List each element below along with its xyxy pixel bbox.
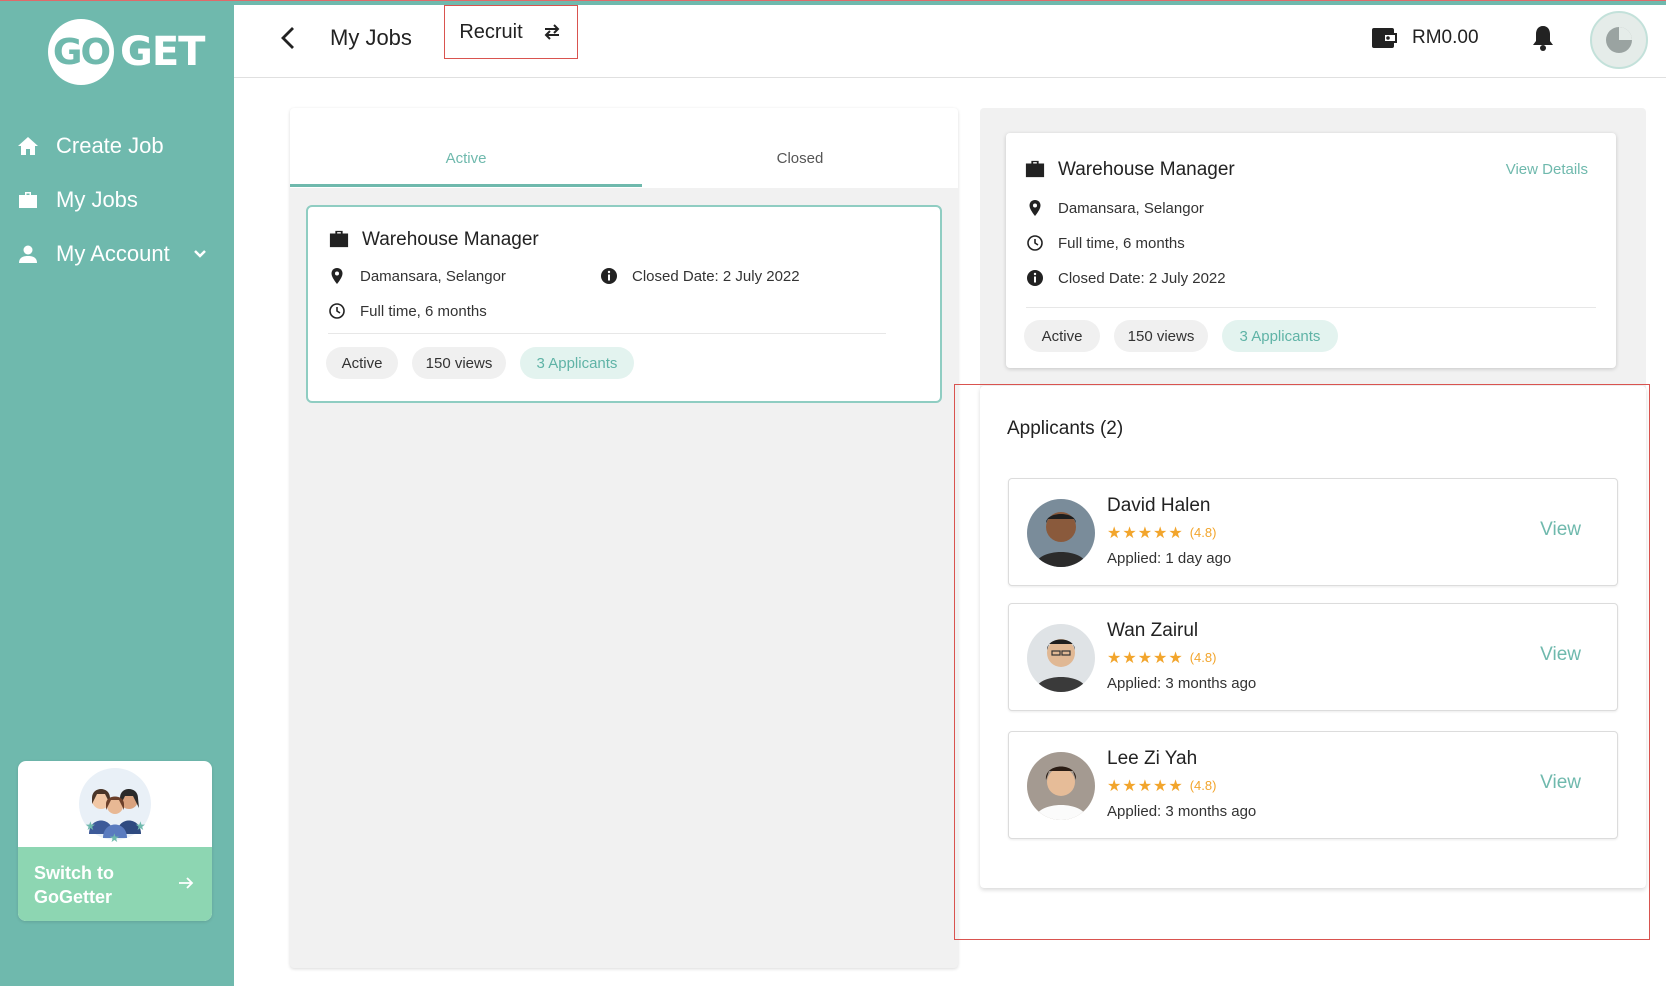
status-badge: Active — [326, 347, 398, 379]
top-bar: My Jobs Recruit RM0.00 — [234, 5, 1666, 78]
star-rating: ★ ★ ★ ★ ★ (4.8) — [1107, 776, 1217, 795]
view-applicant-button[interactable]: View — [1540, 644, 1581, 666]
sidebar: GO GET Create Job My Jobs My Account ★ ★… — [0, 5, 234, 986]
applicant-avatar — [1027, 499, 1095, 567]
active-tab-indicator — [290, 184, 642, 187]
rating-value: (4.8) — [1189, 778, 1217, 793]
job-type: Full time, 6 months — [1026, 234, 1185, 252]
applied-time: Applied: 3 months ago — [1107, 803, 1257, 820]
job-status-tabs: Active Closed — [290, 108, 958, 188]
arrow-right-icon — [179, 877, 194, 889]
job-location-text: Damansara, Selangor — [1058, 199, 1204, 217]
job-closed-date: Closed Date: 2 July 2022 — [600, 267, 800, 285]
user-avatar[interactable] — [1590, 11, 1648, 69]
applied-time: Applied: 3 months ago — [1107, 675, 1257, 692]
applicant-card[interactable]: David Halen ★ ★ ★ ★ ★ (4.8) Applied: 1 day a… — [1008, 478, 1618, 586]
sidebar-item-create-job[interactable]: Create Job — [16, 133, 164, 159]
chevron-down-icon[interactable] — [192, 241, 208, 267]
sidebar-item-label: Create Job — [56, 133, 164, 158]
applicant-name: David Halen — [1107, 495, 1211, 516]
star-rating: ★ ★ ★ ★ ★ (4.8) — [1107, 648, 1217, 667]
view-applicant-button[interactable]: View — [1540, 772, 1581, 794]
switch-to-gogetter-button[interactable]: Switch to GoGetter — [18, 847, 212, 921]
gogetter-team-illustration: ★ ★ ★ — [18, 761, 212, 847]
applicant-avatar — [1027, 624, 1095, 692]
briefcase-icon — [329, 230, 349, 248]
star-rating: ★ ★ ★ ★ ★ (4.8) — [1107, 523, 1217, 542]
job-detail-panel: Warehouse Manager View Details Damansara… — [980, 108, 1646, 888]
switch-label-line2: GoGetter — [34, 887, 113, 907]
back-arrow-icon[interactable] — [274, 23, 304, 53]
wallet-balance: RM0.00 — [1412, 27, 1479, 48]
job-type: Full time, 6 months — [328, 302, 487, 320]
tab-active[interactable]: Active — [290, 150, 642, 167]
info-icon — [601, 268, 617, 284]
job-title: Warehouse Manager — [362, 229, 539, 250]
tab-closed[interactable]: Closed — [642, 150, 958, 167]
job-type-text: Full time, 6 months — [360, 302, 487, 320]
notification-bell-icon[interactable] — [1530, 23, 1556, 53]
briefcase-icon — [1025, 160, 1045, 178]
briefcase-icon — [19, 192, 37, 208]
recruit-label: Recruit — [459, 20, 523, 43]
applicant-name: Wan Zairul — [1107, 620, 1199, 641]
applied-time: Applied: 1 day ago — [1107, 550, 1232, 567]
job-closed-date: Closed Date: 2 July 2022 — [1026, 269, 1226, 287]
status-badge: Active — [1024, 320, 1100, 352]
closed-date-label: Closed Date: — [1058, 269, 1145, 287]
svg-text:★: ★ — [135, 819, 146, 833]
job-title: Warehouse Manager — [1058, 159, 1235, 180]
job-type-text: Full time, 6 months — [1058, 234, 1185, 252]
closed-date-label: Closed Date: — [632, 267, 719, 285]
clock-icon — [329, 303, 345, 319]
sidebar-item-label: My Jobs — [56, 187, 138, 212]
clock-icon — [1027, 235, 1043, 251]
divider — [1026, 307, 1596, 308]
applicants-heading: Applicants (2) — [1007, 418, 1124, 439]
sidebar-item-label: My Account — [56, 241, 170, 266]
rating-value: (4.8) — [1189, 525, 1217, 540]
swap-arrows-icon — [544, 24, 560, 40]
switch-to-gogetter-card[interactable]: ★ ★ ★ Switch to GoGetter — [18, 761, 212, 921]
applicant-card[interactable]: Wan Zairul ★ ★ ★ ★ ★ (4.8) Applied: 3 months… — [1008, 603, 1618, 711]
views-badge: 150 views — [412, 347, 506, 379]
home-icon — [18, 137, 38, 155]
svg-text:★: ★ — [109, 831, 120, 844]
location-pin-icon — [1029, 200, 1041, 216]
applicant-avatar — [1027, 752, 1095, 820]
wallet-icon[interactable] — [1370, 25, 1398, 51]
logo-go: GO — [48, 19, 114, 85]
logo-get: GET — [120, 29, 205, 75]
user-icon — [19, 245, 37, 263]
page-title: My Jobs — [330, 25, 412, 50]
job-detail-card: Warehouse Manager View Details Damansara… — [1006, 133, 1616, 368]
divider — [328, 333, 886, 334]
view-applicant-button[interactable]: View — [1540, 519, 1581, 541]
gogetter-logo[interactable]: GO GET — [48, 19, 205, 85]
jobs-list-panel: Active Closed Warehouse Manager Damansar… — [290, 108, 958, 968]
view-details-link[interactable]: View Details — [1506, 161, 1588, 178]
switch-label-line1: Switch to — [34, 863, 114, 883]
info-icon — [1027, 270, 1043, 286]
sidebar-item-my-jobs[interactable]: My Jobs — [16, 187, 138, 213]
job-card[interactable]: Warehouse Manager Damansara, Selangor Cl… — [306, 205, 942, 403]
applicants-badge[interactable]: 3 Applicants — [1222, 320, 1338, 352]
applicants-badge[interactable]: 3 Applicants — [520, 347, 634, 379]
rating-value: (4.8) — [1189, 650, 1217, 665]
job-location: Damansara, Selangor — [328, 267, 506, 285]
recruit-mode-toggle[interactable]: Recruit — [444, 5, 578, 59]
applicant-name: Lee Zi Yah — [1107, 748, 1198, 769]
closed-date-value: 2 July 2022 — [722, 267, 800, 285]
applicants-section: Applicants (2) David Halen ★ ★ ★ ★ ★ (4.8) A… — [980, 386, 1646, 888]
location-pin-icon — [331, 268, 343, 284]
closed-date-value: 2 July 2022 — [1148, 269, 1226, 287]
applicant-card[interactable]: Lee Zi Yah ★ ★ ★ ★ ★ (4.8) Applied: 3 months… — [1008, 731, 1618, 839]
job-location: Damansara, Selangor — [1026, 199, 1204, 217]
views-badge: 150 views — [1114, 320, 1208, 352]
svg-text:★: ★ — [85, 819, 96, 833]
job-location-text: Damansara, Selangor — [360, 267, 506, 285]
sidebar-item-my-account[interactable]: My Account — [16, 241, 208, 267]
